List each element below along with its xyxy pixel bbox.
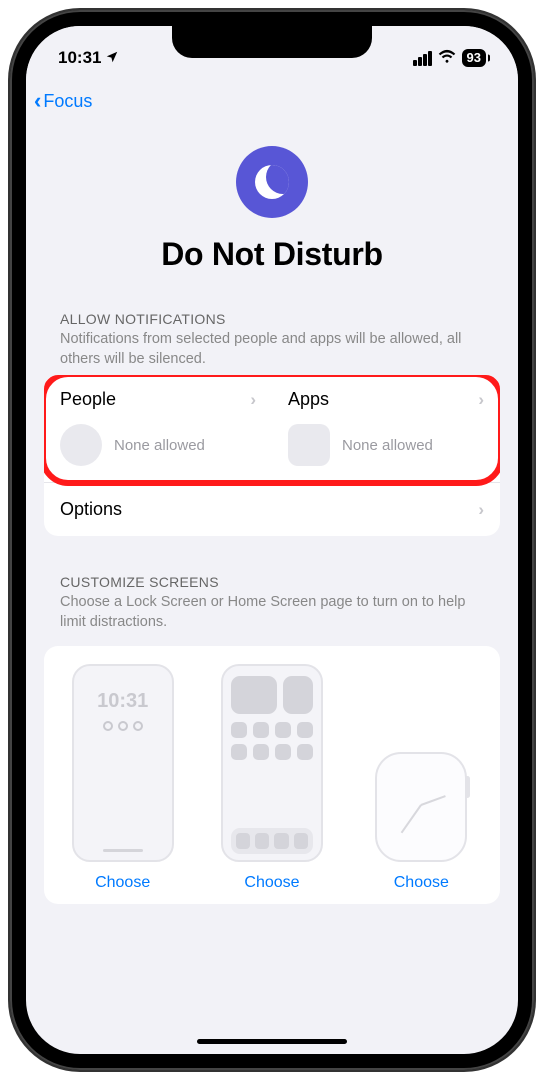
back-button[interactable]: ‹ Focus	[34, 88, 92, 114]
choose-lock-button[interactable]: Choose	[95, 874, 150, 892]
page-title: Do Not Disturb	[44, 236, 500, 273]
apps-status: None allowed	[342, 437, 433, 454]
nav-bar: ‹ Focus	[26, 80, 518, 122]
notif-row: People › None allowed Apps ›	[44, 375, 500, 482]
battery-icon: 93	[462, 49, 486, 67]
section-title: ALLOW NOTIFICATIONS	[60, 311, 484, 327]
apps-label: Apps	[288, 389, 329, 410]
lock-widgets	[103, 721, 143, 731]
section-description: Choose a Lock Screen or Home Screen page…	[60, 593, 484, 632]
options-label: Options	[60, 499, 122, 520]
status-bar: 10:31 93	[26, 26, 518, 80]
watch-preview	[375, 752, 467, 862]
section-title: CUSTOMIZE SCREENS	[60, 574, 484, 590]
cellular-icon	[413, 51, 432, 66]
chevron-right-icon: ›	[250, 390, 256, 410]
allow-notifications-card: People › None allowed Apps ›	[44, 375, 500, 536]
status-left: 10:31	[58, 48, 119, 68]
status-right: 93	[413, 48, 486, 68]
home-screen-option[interactable]: Choose	[203, 664, 340, 892]
phone-screen: 10:31 93 ‹ Focus	[26, 26, 518, 1054]
customize-screens-card: 10:31 Choose Choose	[44, 646, 500, 904]
chevron-left-icon: ‹	[34, 88, 41, 114]
home-indicator[interactable]	[197, 1039, 347, 1044]
content-scroll[interactable]: Do Not Disturb ALLOW NOTIFICATIONS Notif…	[26, 122, 518, 1030]
back-label: Focus	[43, 91, 92, 112]
chevron-right-icon: ›	[478, 390, 484, 410]
do-not-disturb-icon	[236, 146, 308, 218]
lock-screen-option[interactable]: 10:31 Choose	[54, 664, 191, 892]
avatar-placeholder	[60, 424, 102, 466]
section-description: Notifications from selected people and a…	[60, 330, 484, 369]
options-row[interactable]: Options ›	[44, 482, 500, 536]
lock-screen-preview: 10:31	[72, 664, 174, 862]
watch-face-option[interactable]: Choose	[353, 664, 490, 892]
lock-time: 10:31	[97, 690, 148, 713]
app-icon-placeholder	[288, 424, 330, 466]
wifi-icon	[438, 48, 456, 68]
location-icon	[105, 50, 119, 67]
people-cell[interactable]: People › None allowed	[44, 375, 272, 482]
choose-home-button[interactable]: Choose	[244, 874, 299, 892]
people-status: None allowed	[114, 437, 205, 454]
choose-watch-button[interactable]: Choose	[394, 874, 449, 892]
status-time: 10:31	[58, 48, 101, 68]
people-label: People	[60, 389, 116, 410]
hero: Do Not Disturb	[44, 122, 500, 303]
moon-icon	[255, 165, 289, 199]
allow-notifications-header: ALLOW NOTIFICATIONS Notifications from s…	[44, 303, 500, 375]
home-screen-preview	[221, 664, 323, 862]
apps-cell[interactable]: Apps › None allowed	[272, 375, 500, 482]
chevron-right-icon: ›	[478, 500, 484, 520]
customize-screens-header: CUSTOMIZE SCREENS Choose a Lock Screen o…	[44, 566, 500, 638]
phone-frame: 10:31 93 ‹ Focus	[10, 10, 534, 1070]
